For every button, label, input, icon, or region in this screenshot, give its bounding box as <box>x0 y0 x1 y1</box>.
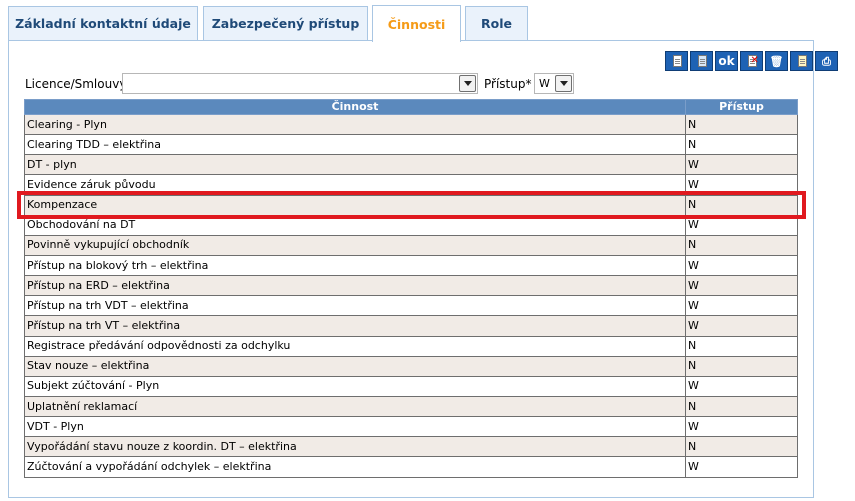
edit-record-button[interactable] <box>690 51 713 71</box>
activity-cell: Uplatnění reklamací <box>24 395 686 418</box>
activity-cell: Přístup na ERD – elektřina <box>24 275 686 297</box>
ok-button[interactable]: ok <box>715 51 738 71</box>
table-header-row: Činnost Přístup <box>24 99 798 115</box>
new-record-icon <box>670 54 684 68</box>
access-cell: N <box>685 355 798 377</box>
table-row[interactable]: Přístup na ERD – elektřina W <box>24 275 798 297</box>
access-cell: W <box>685 154 798 176</box>
cancel-record-button[interactable]: ✕ <box>740 51 763 71</box>
activity-cell: Subjekt zúčtování - Plyn <box>24 375 686 397</box>
table-row[interactable]: Vypořádání stavu nouze z koordin. DT – e… <box>24 436 798 458</box>
delete-trash-icon: 🗑 <box>769 54 784 68</box>
access-cell: W <box>685 174 798 196</box>
print-button[interactable]: ⎙ <box>815 51 838 71</box>
activity-cell: Registrace předávání odpovědnosti za odc… <box>24 335 686 357</box>
activity-cell: Vypořádání stavu nouze z koordin. DT – e… <box>24 436 686 458</box>
table-row[interactable]: Subjekt zúčtování - Plyn W <box>24 375 798 397</box>
activity-cell: VDT - Plyn <box>24 416 686 438</box>
ok-label: ok <box>718 54 735 68</box>
export-icon <box>795 54 809 68</box>
access-cell: W <box>685 295 798 317</box>
access-cell: W <box>685 275 798 297</box>
table-row[interactable]: DT - plyn W <box>24 154 798 176</box>
table-row[interactable]: Přístup na blokový trh – elektřina W <box>24 254 798 277</box>
activity-cell: Přístup na trh VDT – elektřina <box>24 295 686 317</box>
table-row[interactable]: Povinně vykupující obchodník N <box>24 234 798 256</box>
access-cell: N <box>685 113 798 136</box>
tab-secure-access[interactable]: Zabezpečený přístup <box>203 6 368 40</box>
table-row[interactable]: Stav nouze – elektřina N <box>24 355 798 377</box>
tab-role[interactable]: Role <box>465 6 528 40</box>
activity-cell: Povinně vykupující obchodník <box>24 234 686 256</box>
activity-cell: Obchodování na DT <box>24 214 686 236</box>
chevron-down-icon <box>459 75 476 92</box>
cancel-record-icon: ✕ <box>745 54 759 68</box>
access-cell: N <box>685 436 798 458</box>
access-cell: W <box>685 214 798 236</box>
table-row[interactable]: Registrace předávání odpovědnosti za odc… <box>24 335 798 357</box>
column-header-access[interactable]: Přístup <box>685 99 798 115</box>
access-select[interactable]: W <box>534 73 574 94</box>
table-row[interactable]: Clearing - Plyn N <box>24 113 798 136</box>
access-cell: W <box>685 375 798 397</box>
toolbar: ok ✕ 🗑 ⎙ <box>663 51 838 71</box>
delete-button[interactable]: 🗑 <box>765 51 788 71</box>
table-row[interactable]: Zúčtování a vypořádání odchylek – elektř… <box>24 456 798 478</box>
activity-cell: Kompenzace <box>24 194 686 216</box>
filter-row: Licence/Smlouvy Přístup* W <box>24 73 584 94</box>
activity-cell: Evidence záruk původu <box>24 174 686 196</box>
activities-table: Činnost Přístup Clearing - Plyn N Clearing… <box>24 99 798 478</box>
access-cell: N <box>685 234 798 256</box>
access-label: Přístup* <box>484 77 532 91</box>
table-row[interactable]: Uplatnění reklamací N <box>24 395 798 418</box>
edit-record-icon <box>695 54 709 68</box>
table-row[interactable]: Kompenzace N <box>24 194 798 216</box>
tab-activities[interactable]: Činnosti <box>372 5 461 42</box>
license-label: Licence/Smlouvy <box>25 77 127 91</box>
activity-cell: Zúčtování a vypořádání odchylek – elektř… <box>24 456 686 478</box>
new-record-button[interactable] <box>665 51 688 71</box>
access-cell: W <box>685 416 798 438</box>
license-select[interactable] <box>122 73 478 94</box>
activity-cell: Clearing TDD – elektřina <box>24 134 686 156</box>
access-cell: W <box>685 254 798 277</box>
chevron-down-icon <box>555 75 572 92</box>
tab-basic-contact-info[interactable]: Základní kontaktní údaje <box>8 6 198 40</box>
access-cell: W <box>685 315 798 337</box>
table-row[interactable]: Evidence záruk původu W <box>24 174 798 196</box>
access-cell: N <box>685 134 798 156</box>
table-row[interactable]: Přístup na trh VDT – elektřina W <box>24 295 798 317</box>
table-row[interactable]: VDT - Plyn W <box>24 416 798 438</box>
print-icon: ⎙ <box>822 54 831 68</box>
activity-cell: Přístup na blokový trh – elektřina <box>24 254 686 277</box>
table-row[interactable]: Přístup na trh VT – elektřina W <box>24 315 798 337</box>
access-select-value: W <box>539 77 550 90</box>
table-row[interactable]: Obchodování na DT W <box>24 214 798 236</box>
access-cell: N <box>685 395 798 418</box>
export-button[interactable] <box>790 51 813 71</box>
activity-cell: Přístup na trh VT – elektřina <box>24 315 686 337</box>
column-header-activity[interactable]: Činnost <box>24 99 686 115</box>
access-cell: W <box>685 456 798 478</box>
activity-cell: Stav nouze – elektřina <box>24 355 686 377</box>
activity-cell: DT - plyn <box>24 154 686 176</box>
activity-cell: Clearing - Plyn <box>24 113 686 136</box>
table-row[interactable]: Clearing TDD – elektřina N <box>24 134 798 156</box>
access-cell: N <box>685 194 798 216</box>
access-cell: N <box>685 335 798 357</box>
tab-bar: Základní kontaktní údaje Zabezpečený pří… <box>8 5 814 42</box>
